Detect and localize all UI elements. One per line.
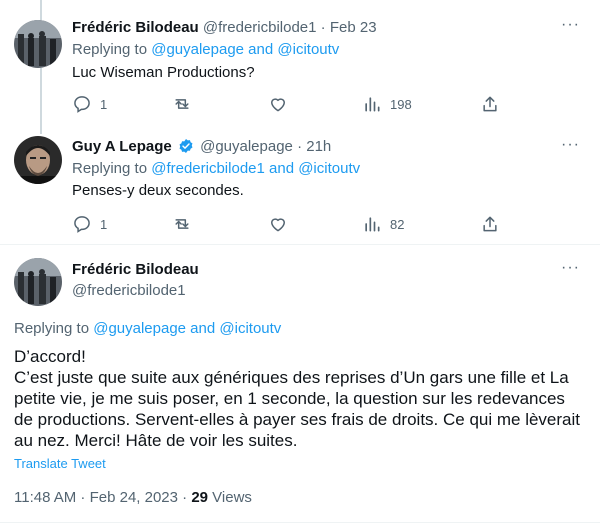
separator-dot: · (320, 19, 326, 36)
replying-to: Replying to @guyalepage and @icitoutv (14, 320, 281, 337)
tweet-time[interactable]: Feb 23 (330, 19, 377, 36)
share-icon (480, 94, 500, 114)
separator-dot: · (297, 138, 303, 155)
replying-prefix: Replying to (72, 160, 152, 177)
author-name[interactable]: Frédéric Bilodeau (72, 261, 199, 278)
reply-count: 1 (100, 96, 108, 112)
like-button[interactable] (268, 94, 288, 114)
author-name[interactable]: Frédéric Bilodeau (72, 19, 199, 36)
author-handle[interactable]: @fredericbilode1 (203, 19, 317, 36)
more-horizontal-icon[interactable]: ··· (561, 16, 580, 34)
replying-to: Replying to @fredericbilode1 and @icitou… (72, 160, 360, 177)
tweet-header: Frédéric Bilodeau @fredericbilode1 · Feb… (72, 19, 377, 36)
views-button[interactable]: 198 (362, 94, 412, 114)
views-icon (362, 94, 382, 114)
replying-to-link[interactable]: @guyalepage and @icitoutv (151, 41, 339, 58)
views-label: Views (208, 489, 252, 506)
author-name[interactable]: Guy A Lepage (72, 138, 172, 155)
retweet-button[interactable] (172, 214, 192, 234)
thread-line (40, 0, 42, 20)
like-icon (268, 94, 288, 114)
views-count: 29 (191, 489, 209, 506)
views-button[interactable]: 82 (362, 214, 404, 234)
replying-to-link[interactable]: @guyalepage and @icitoutv (93, 320, 281, 337)
share-icon (480, 214, 500, 234)
divider (0, 244, 600, 245)
views-count: 198 (390, 96, 412, 112)
replying-prefix: Replying to (72, 41, 152, 58)
action-bar: 1 82 (72, 214, 512, 234)
like-icon (268, 214, 288, 234)
reply-button[interactable]: 1 (72, 94, 107, 114)
replying-to-link[interactable]: @fredericbilode1 and @icitoutv (151, 160, 360, 177)
verified-badge-icon (178, 138, 194, 158)
share-button[interactable] (480, 214, 500, 234)
reply-icon (72, 214, 92, 234)
tweet-text-line-1: D’accord! (14, 347, 86, 366)
tweet-text-line-2: C’est juste que suite aux génériques des… (14, 368, 580, 450)
tweet-timestamp[interactable]: 11:48 AM · Feb 24, 2023 · (14, 489, 191, 506)
views-count: 82 (390, 216, 405, 232)
retweet-icon (172, 214, 192, 234)
share-button[interactable] (480, 94, 500, 114)
retweet-icon (172, 94, 192, 114)
reply-count: 1 (100, 216, 108, 232)
like-button[interactable] (268, 214, 288, 234)
tweet-meta: 11:48 AM · Feb 24, 2023 · 29 Views (14, 489, 252, 506)
avatar[interactable] (14, 20, 62, 68)
tweet-text: D’accord! C’est juste que suite aux géné… (14, 346, 584, 451)
replying-to: Replying to @guyalepage and @icitoutv (72, 41, 339, 58)
thread-line (40, 68, 42, 134)
avatar[interactable] (14, 258, 62, 306)
more-horizontal-icon[interactable]: ··· (561, 259, 580, 277)
tweet-header: Guy A Lepage @guyalepage · 21h (72, 138, 331, 158)
replying-prefix: Replying to (14, 320, 94, 337)
avatar[interactable] (14, 136, 62, 184)
reply-icon (72, 94, 92, 114)
views-icon (362, 214, 382, 234)
more-horizontal-icon[interactable]: ··· (561, 136, 580, 154)
action-bar: 1 198 (72, 94, 512, 114)
tweet-text: Luc Wiseman Productions? (72, 64, 255, 81)
divider (0, 522, 600, 523)
author-handle[interactable]: @fredericbilode1 (72, 282, 186, 299)
translate-tweet-link[interactable]: Translate Tweet (14, 456, 106, 471)
tweet-text: Penses-y deux secondes. (72, 182, 244, 199)
author-handle[interactable]: @guyalepage (200, 138, 293, 155)
tweet-time[interactable]: 21h (306, 138, 331, 155)
reply-button[interactable]: 1 (72, 214, 107, 234)
retweet-button[interactable] (172, 94, 192, 114)
